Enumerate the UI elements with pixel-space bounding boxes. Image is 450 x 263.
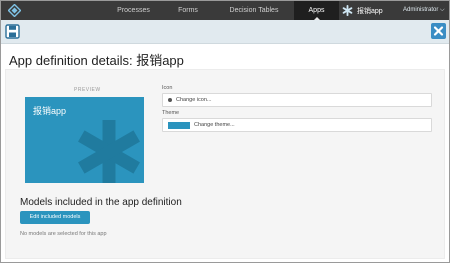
nav-forms[interactable]: Forms xyxy=(164,1,212,20)
theme-color-swatch xyxy=(168,122,190,129)
nav-apps[interactable]: Apps xyxy=(294,1,339,20)
change-icon-text: Change icon... xyxy=(176,97,212,103)
preview-app-name: 报销app xyxy=(33,106,67,116)
change-theme-button[interactable]: Change theme... xyxy=(162,118,432,132)
nav-processes[interactable]: Processes xyxy=(106,1,161,20)
logo-icon[interactable] xyxy=(8,4,21,17)
toolbar xyxy=(1,20,449,44)
nav-decision-tables[interactable]: Decision Tables xyxy=(217,1,291,20)
preview-label: PREVIEW xyxy=(74,87,101,93)
models-section-title: Models included in the app definition xyxy=(20,197,182,208)
app-gear-icon xyxy=(342,5,353,16)
change-icon-button[interactable]: Change icon... xyxy=(162,93,432,107)
page-title: App definition details: 报销app xyxy=(9,53,184,68)
edit-included-models-button[interactable]: Edit included models xyxy=(20,211,90,224)
window: Processes Forms Decision Tables Apps 报销a… xyxy=(0,0,450,263)
current-app-name: 报销app xyxy=(357,7,383,15)
close-icon xyxy=(433,26,444,36)
current-app-indicator[interactable]: 报销app xyxy=(342,1,383,20)
close-button[interactable] xyxy=(431,23,446,39)
icon-label: Icon xyxy=(162,85,173,91)
no-models-message: No models are selected for this app xyxy=(20,231,107,237)
change-theme-text: Change theme... xyxy=(194,122,235,128)
app-preview-card: 报销app xyxy=(25,97,144,183)
theme-label: Theme xyxy=(162,110,180,116)
save-icon[interactable] xyxy=(5,24,20,39)
asterisk-icon xyxy=(78,120,140,183)
selected-icon-preview xyxy=(168,98,172,102)
user-menu[interactable]: Administrator ⌵ xyxy=(403,1,445,20)
top-navbar: Processes Forms Decision Tables Apps 报销a… xyxy=(1,1,449,20)
